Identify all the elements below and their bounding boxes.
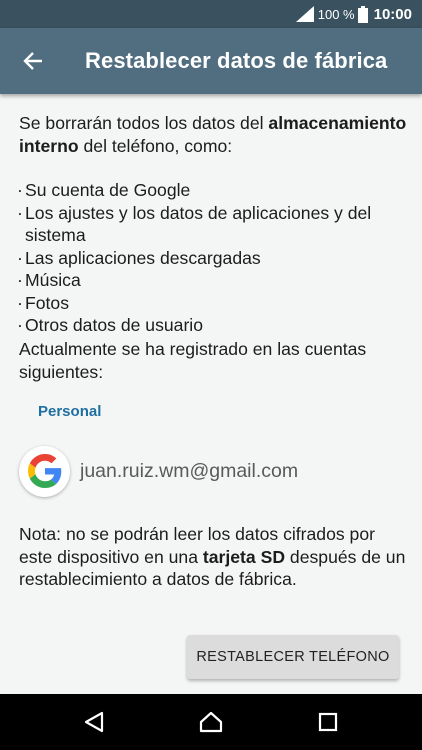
nav-recent-apps-icon	[318, 712, 338, 732]
status-time: 10:00	[373, 5, 412, 23]
nav-home-button[interactable]	[197, 708, 225, 736]
section-label-personal: Personal	[38, 403, 102, 420]
app-bar: Restablecer datos de fábrica	[0, 28, 422, 94]
list-item-text: Música	[25, 270, 81, 290]
list-item: · Su cuenta de Google	[17, 179, 409, 202]
battery-icon	[357, 5, 368, 23]
signal-icon	[295, 6, 314, 22]
nav-back-icon	[84, 711, 104, 733]
list-item: · Los ajustes y los datos de aplicaciones…	[17, 202, 409, 247]
intro-suffix: del teléfono, como:	[78, 135, 233, 156]
list-item-text: Fotos	[25, 292, 70, 313]
list-item: · Las aplicaciones descargadas	[17, 247, 409, 270]
data-list: · Su cuenta de Google · Los ajustes y los …	[17, 179, 409, 337]
list-item: · Otros datos de usuario	[17, 314, 409, 337]
nav-recent-apps-button[interactable]	[314, 708, 342, 736]
bullet-marker: ·	[17, 202, 23, 223]
accounts-note: Actualmente se ha registrado en las cuen…	[19, 339, 367, 382]
bullet-marker: ·	[17, 292, 23, 313]
reset-phone-button[interactable]: RESTABLECER TELÉFONO	[187, 635, 399, 679]
list-item: · Música	[17, 269, 409, 292]
account-avatar	[19, 445, 70, 497]
list-item-text: Los ajustes y los datos de aplicaciones …	[25, 202, 372, 246]
google-g-icon	[27, 454, 61, 488]
list-item-text: Otros datos de usuario	[25, 315, 203, 335]
bullet-marker: ·	[17, 247, 23, 268]
bullet-marker: ·	[17, 180, 23, 200]
list-item: · Fotos	[17, 292, 409, 315]
nav-home-icon	[199, 711, 223, 733]
nav-back-button[interactable]	[80, 708, 108, 736]
account-email: juan.ruiz.wm@gmail.com	[80, 459, 299, 482]
intro-text: Se borrarán todos los datos del almacena…	[19, 112, 407, 157]
battery-percent: 100 %	[317, 6, 355, 22]
page-title: Restablecer datos de fábrica	[85, 48, 388, 73]
arrow-back-icon	[23, 52, 42, 70]
intro-prefix: Se borrarán todos los datos del	[19, 113, 269, 133]
status-bar: 100 % 10:00	[0, 0, 422, 28]
bullet-marker: ·	[17, 315, 23, 335]
back-button[interactable]	[22, 50, 44, 72]
content-area[interactable]: Se borrarán todos los datos del almacena…	[0, 94, 422, 694]
navigation-bar	[0, 694, 422, 750]
account-row[interactable]: juan.ruiz.wm@gmail.com	[19, 444, 298, 498]
list-item-text: Su cuenta de Google	[25, 180, 191, 200]
bullet-marker: ·	[17, 270, 23, 290]
sd-card-note: Nota: no se podrán leer los datos cifrad…	[19, 523, 407, 591]
list-item-text: Las aplicaciones descargadas	[25, 247, 261, 268]
note-bold: tarjeta SD	[202, 546, 286, 567]
